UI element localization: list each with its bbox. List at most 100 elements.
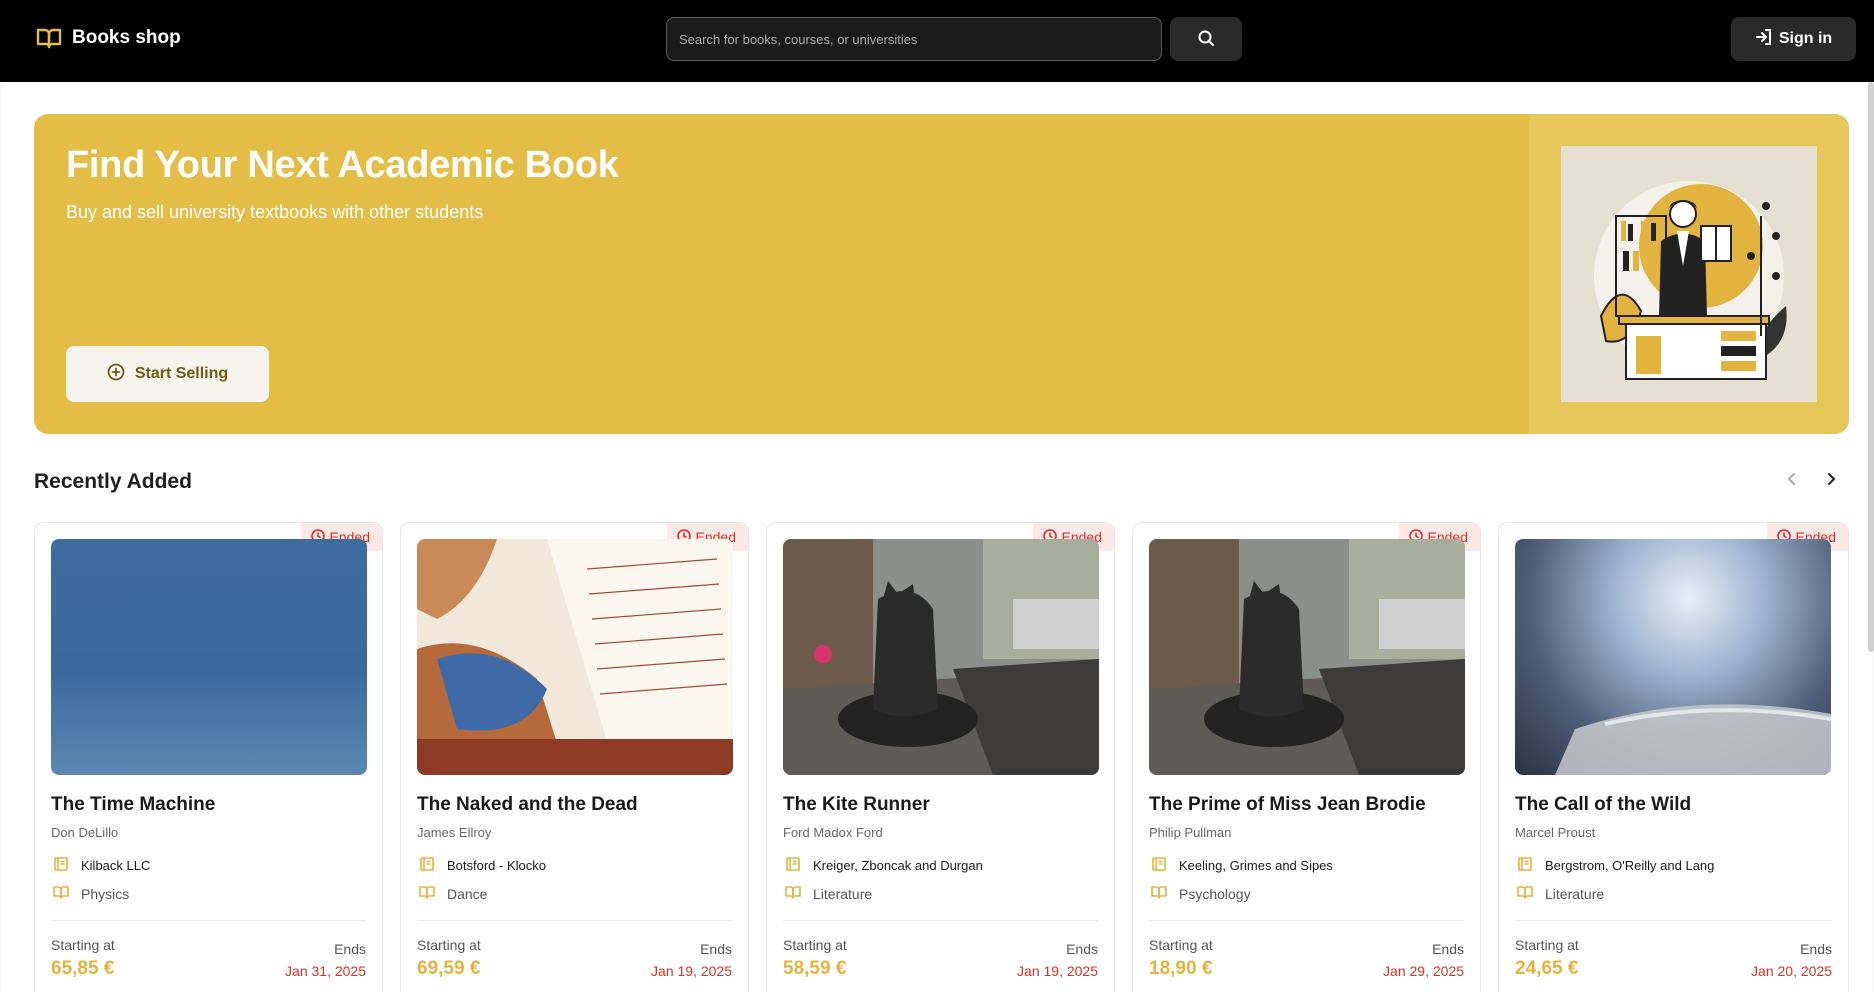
book-author: Ford Madox Ford: [783, 825, 883, 840]
divider: [51, 920, 366, 921]
divider: [1149, 920, 1464, 921]
book-title[interactable]: The Naked and the Dead: [417, 794, 638, 816]
book-card[interactable]: Ended The Kite Runner Ford Madox Ford Kr…: [766, 522, 1115, 992]
ends-date: Jan 20, 2025: [1751, 963, 1832, 979]
divider: [1515, 920, 1832, 921]
chevron-left-icon: [1786, 472, 1798, 491]
university-row: Keeling, Grimes and Sipes: [1151, 856, 1333, 875]
starting-at-label: Starting at: [783, 937, 847, 953]
university-icon: [419, 856, 435, 875]
price: 24,65 €: [1515, 958, 1579, 979]
ends-date: Jan 29, 2025: [1383, 963, 1464, 979]
book-card[interactable]: Ended The Prime of Miss Jean Brodie Phil…: [1132, 522, 1481, 992]
divider: [417, 920, 732, 921]
university-name: Kreiger, Zboncak and Durgan: [813, 858, 983, 873]
university-icon: [1517, 856, 1533, 875]
book-card[interactable]: Ended The Time Machine Don DeLillo Kilba…: [34, 522, 383, 992]
university-name: Kilback LLC: [81, 858, 151, 873]
divider: [783, 920, 1098, 921]
university-name: Bergstrom, O'Reilly and Lang: [1545, 858, 1715, 873]
university-row: Bergstrom, O'Reilly and Lang: [1517, 856, 1714, 875]
book-image[interactable]: [51, 539, 367, 775]
starting-at-label: Starting at: [1149, 937, 1213, 953]
price: 18,90 €: [1149, 958, 1213, 979]
book-image[interactable]: [783, 539, 1099, 775]
search-bar: [666, 17, 1162, 61]
book-open-icon: [53, 884, 69, 903]
book-open-icon: [785, 884, 801, 903]
recently-added-heading: Recently Added: [34, 470, 192, 493]
starting-at-label: Starting at: [51, 937, 115, 953]
book-card[interactable]: Ended The Call of the Wild Marcel Proust…: [1498, 522, 1849, 992]
hero-title: Find Your Next Academic Book: [66, 144, 619, 186]
university-icon: [53, 856, 69, 875]
university-name: Botsford - Klocko: [447, 858, 546, 873]
university-row: Kilback LLC: [53, 856, 150, 875]
ends-label: Ends: [1432, 941, 1464, 957]
hero-illustration: [1561, 146, 1817, 402]
book-title[interactable]: The Kite Runner: [783, 794, 930, 816]
search-button[interactable]: [1170, 17, 1242, 61]
price: 65,85 €: [51, 958, 115, 979]
book-image[interactable]: [1149, 539, 1465, 775]
open-book-icon: [36, 26, 62, 50]
subject-name: Literature: [1545, 885, 1605, 902]
carousel-next-button[interactable]: [1818, 468, 1844, 494]
subject-name: Physics: [81, 885, 130, 902]
search-input[interactable]: [666, 17, 1162, 61]
sign-in-icon: [1755, 28, 1773, 51]
subject-row: Dance: [419, 884, 487, 903]
search-icon: [1197, 29, 1215, 50]
logo[interactable]: Books shop: [36, 26, 181, 50]
university-name: Keeling, Grimes and Sipes: [1179, 858, 1333, 873]
carousel-prev-button[interactable]: [1779, 468, 1805, 494]
book-open-icon: [1517, 884, 1533, 903]
subject-name: Literature: [813, 885, 873, 902]
subject-row: Psychology: [1151, 884, 1251, 903]
ends-label: Ends: [1800, 941, 1832, 957]
subject-name: Dance: [447, 885, 488, 902]
starting-at-label: Starting at: [417, 937, 481, 953]
sign-in-label: Sign in: [1778, 30, 1833, 47]
top-navbar: Books shop Sign in: [0, 0, 1874, 82]
book-author: Don DeLillo: [51, 825, 119, 840]
subject-row: Literature: [1517, 884, 1604, 903]
university-row: Botsford - Klocko: [419, 856, 546, 875]
start-selling-button[interactable]: Start Selling: [66, 346, 269, 402]
ends-date: Jan 19, 2025: [1017, 963, 1098, 979]
hero-banner: Find Your Next Academic Book Buy and sel…: [34, 114, 1849, 434]
book-title[interactable]: The Call of the Wild: [1515, 794, 1691, 816]
book-author: Philip Pullman: [1149, 825, 1232, 840]
start-selling-label: Start Selling: [134, 365, 229, 382]
starting-at-label: Starting at: [1515, 937, 1579, 953]
plus-circle-icon: [107, 363, 125, 386]
book-title[interactable]: The Prime of Miss Jean Brodie: [1149, 794, 1426, 816]
ends-label: Ends: [334, 941, 366, 957]
ends-date: Jan 31, 2025: [285, 963, 366, 979]
book-author: James Ellroy: [417, 825, 492, 840]
sign-in-button[interactable]: Sign in: [1731, 17, 1856, 61]
ends-date: Jan 19, 2025: [651, 963, 732, 979]
book-open-icon: [419, 884, 435, 903]
subject-row: Literature: [785, 884, 872, 903]
book-card[interactable]: Ended The Naked and the Dead James Ellro…: [400, 522, 749, 992]
ends-label: Ends: [700, 941, 732, 957]
book-open-icon: [1151, 884, 1167, 903]
book-image[interactable]: [1515, 539, 1831, 775]
price: 69,59 €: [417, 958, 481, 979]
book-title[interactable]: The Time Machine: [51, 794, 215, 816]
chevron-right-icon: [1825, 472, 1837, 491]
page-scrollbar[interactable]: [1868, 82, 1874, 652]
book-image[interactable]: [417, 539, 733, 775]
university-icon: [785, 856, 801, 875]
hero-subtitle: Buy and sell university textbooks with o…: [66, 202, 484, 222]
book-author: Marcel Proust: [1515, 825, 1596, 840]
subject-row: Physics: [53, 884, 129, 903]
university-icon: [1151, 856, 1167, 875]
ends-label: Ends: [1066, 941, 1098, 957]
logo-text: Books shop: [72, 27, 181, 48]
subject-name: Psychology: [1179, 885, 1251, 902]
price: 58,59 €: [783, 958, 847, 979]
main-content: Find Your Next Academic Book Buy and sel…: [1, 82, 1873, 992]
university-row: Kreiger, Zboncak and Durgan: [785, 856, 983, 875]
